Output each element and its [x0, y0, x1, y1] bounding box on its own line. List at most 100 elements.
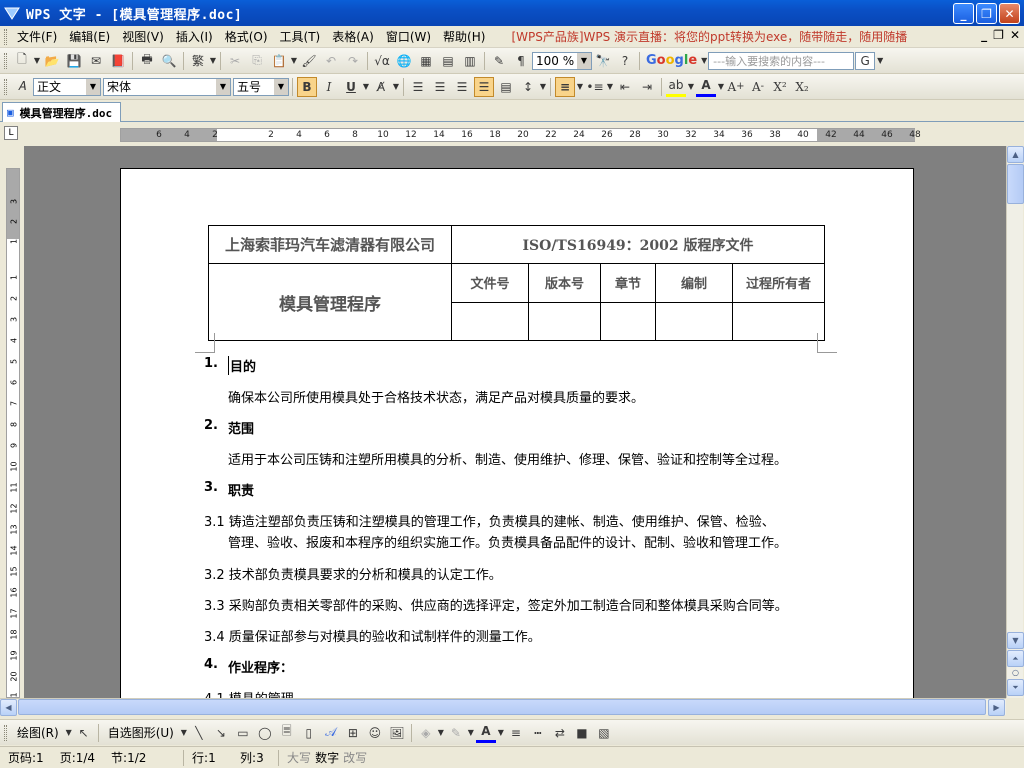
redo-icon[interactable]: ↷: [343, 51, 363, 71]
shadow-icon[interactable]: ■: [572, 723, 592, 743]
paste-dropdown-icon[interactable]: ▼: [290, 56, 298, 65]
size-dropdown-icon[interactable]: ▼: [274, 78, 288, 95]
horizontal-ruler[interactable]: 6 4 2 2 4 6 8 10 12 14 16 18 20 22 24 26 28 30 32 34 36 38 40 4…: [120, 128, 921, 142]
line-spacing-dropdown-icon[interactable]: ▼: [539, 82, 547, 91]
char-shading-icon[interactable]: A̸: [371, 77, 391, 97]
font-select[interactable]: 宋体 ▼: [103, 77, 231, 96]
3d-icon[interactable]: ▧: [594, 723, 614, 743]
toolbar-grip[interactable]: [4, 78, 7, 95]
italic-icon[interactable]: I: [319, 77, 339, 97]
arrow-style-icon[interactable]: ⇄: [550, 723, 570, 743]
dash-style-icon[interactable]: ┅: [528, 723, 548, 743]
minimize-button[interactable]: _: [953, 3, 974, 24]
fill-color-icon[interactable]: ◈: [416, 723, 436, 743]
numbering-dropdown-icon[interactable]: ▼: [576, 82, 584, 91]
menu-table[interactable]: 表格(A): [326, 27, 380, 47]
vertical-ruler[interactable]: 321123456789101112131415161718192021: [6, 168, 20, 703]
align-center-icon[interactable]: ☰: [430, 77, 450, 97]
underline-icon[interactable]: U: [341, 77, 361, 97]
highlight-dropdown-icon[interactable]: ▼: [687, 82, 695, 91]
paste-icon[interactable]: 📋: [269, 51, 289, 71]
document-page[interactable]: 上海索菲玛汽车滤清器有限公司 ISO/TS16949：2002 版程序文件 模具…: [120, 168, 914, 698]
scroll-right-icon[interactable]: ▶: [988, 699, 1005, 716]
line-style-icon[interactable]: ≡: [506, 723, 526, 743]
scroll-down-icon[interactable]: ▼: [1007, 632, 1024, 649]
line-color-dropdown-icon[interactable]: ▼: [467, 728, 475, 737]
line-icon[interactable]: ╲: [189, 723, 209, 743]
horizontal-scrollbar[interactable]: ◀ ▶: [0, 698, 1006, 716]
font-dropdown-icon[interactable]: ▼: [216, 78, 230, 95]
menu-view[interactable]: 视图(V): [116, 27, 170, 47]
vertical-textbox-icon[interactable]: ▯: [299, 723, 319, 743]
menu-tools[interactable]: 工具(T): [274, 27, 327, 47]
zoom-select[interactable]: 100 % ▼: [532, 51, 592, 70]
select-objects-icon[interactable]: ↖: [74, 723, 94, 743]
shading-dropdown-icon[interactable]: ▼: [392, 82, 400, 91]
font-color-icon[interactable]: A: [696, 77, 716, 97]
superscript-icon[interactable]: X²: [770, 77, 790, 97]
scroll-left-icon[interactable]: ◀: [0, 699, 17, 716]
line-spacing-icon[interactable]: ↕: [518, 77, 538, 97]
wordart-icon[interactable]: 𝒜: [321, 723, 341, 743]
draw-font-color-icon[interactable]: A: [475, 723, 496, 743]
email-icon[interactable]: ✉: [86, 51, 106, 71]
close-button[interactable]: ✕: [999, 3, 1020, 24]
oval-icon[interactable]: ◯: [255, 723, 275, 743]
autoshapes-dropdown-icon[interactable]: ▼: [180, 728, 188, 737]
bold-icon[interactable]: B: [297, 76, 317, 97]
underline-dropdown-icon[interactable]: ▼: [362, 82, 370, 91]
style-dropdown-icon[interactable]: ▼: [86, 78, 100, 95]
new-dropdown-icon[interactable]: ▼: [33, 56, 41, 65]
scroll-up-icon[interactable]: ▲: [1007, 146, 1024, 163]
format-painter-icon[interactable]: 🖌: [299, 51, 319, 71]
traditional-chinese-icon[interactable]: 繁: [188, 51, 208, 71]
align-right-icon[interactable]: ☰: [452, 77, 472, 97]
draw-dropdown-icon[interactable]: ▼: [65, 728, 73, 737]
restore-button[interactable]: ❐: [976, 3, 997, 24]
zoom-dropdown-icon[interactable]: ▼: [577, 52, 591, 69]
clipart-icon[interactable]: ☺: [365, 723, 385, 743]
doc-minimize-button[interactable]: _: [981, 28, 987, 42]
wps-app-icon[interactable]: [4, 5, 20, 21]
rectangle-icon[interactable]: ▭: [233, 723, 253, 743]
arrow-icon[interactable]: ↘: [211, 723, 231, 743]
grow-font-icon[interactable]: A +: [726, 77, 746, 97]
doc-restore-button[interactable]: ❐: [993, 28, 1004, 42]
promo-link[interactable]: [WPS产品族]WPS 演示直播：将您的ppt转换为exe，随带随走，随用随播: [511, 28, 911, 45]
document-tab[interactable]: ▣ 模具管理程序.doc: [2, 102, 122, 122]
cut-icon[interactable]: ✂: [225, 51, 245, 71]
toolbar-grip[interactable]: [4, 52, 7, 69]
next-page-icon[interactable]: ⏷: [1007, 679, 1024, 696]
columns-icon[interactable]: ▥: [460, 51, 480, 71]
toolbar-grip[interactable]: [4, 724, 7, 741]
print-preview-icon[interactable]: 🔍: [159, 51, 179, 71]
drawing-toggle-icon[interactable]: ✎: [489, 51, 509, 71]
menu-edit[interactable]: 编辑(E): [63, 27, 116, 47]
search-dropdown-icon[interactable]: ▼: [876, 56, 884, 65]
highlight-icon[interactable]: ab: [666, 77, 686, 97]
google-dropdown-icon[interactable]: ▼: [700, 56, 708, 65]
find-icon[interactable]: 🔭: [593, 51, 613, 71]
new-document-icon[interactable]: 🗋: [12, 51, 32, 71]
status-overwrite[interactable]: 改写: [341, 749, 375, 766]
styles-pane-icon[interactable]: 𝐴: [12, 77, 32, 97]
fill-dropdown-icon[interactable]: ▼: [437, 728, 445, 737]
subscript-icon[interactable]: X₂: [792, 77, 812, 97]
numbering-icon[interactable]: ≡: [555, 76, 575, 97]
formula-icon[interactable]: √α: [372, 51, 392, 71]
toolbar-grip[interactable]: [4, 28, 7, 45]
org-chart-icon[interactable]: ⊞: [343, 723, 363, 743]
decrease-indent-icon[interactable]: ⇤: [615, 77, 635, 97]
insert-table-icon[interactable]: ▦: [416, 51, 436, 71]
menu-window[interactable]: 窗口(W): [380, 27, 437, 47]
vertical-scroll-thumb[interactable]: [1007, 164, 1024, 204]
menu-format[interactable]: 格式(O): [219, 27, 274, 47]
traditional-dropdown-icon[interactable]: ▼: [209, 56, 217, 65]
save-icon[interactable]: 💾: [64, 51, 84, 71]
distributed-icon[interactable]: ▤: [496, 77, 516, 97]
draw-menu[interactable]: 绘图(R): [11, 723, 65, 743]
horizontal-scroll-thumb[interactable]: [18, 699, 986, 715]
font-size-select[interactable]: 五号 ▼: [233, 77, 289, 96]
autoshapes-menu[interactable]: 自选图形(U): [102, 723, 180, 743]
search-input[interactable]: ---输入要搜索的内容---: [708, 51, 855, 70]
